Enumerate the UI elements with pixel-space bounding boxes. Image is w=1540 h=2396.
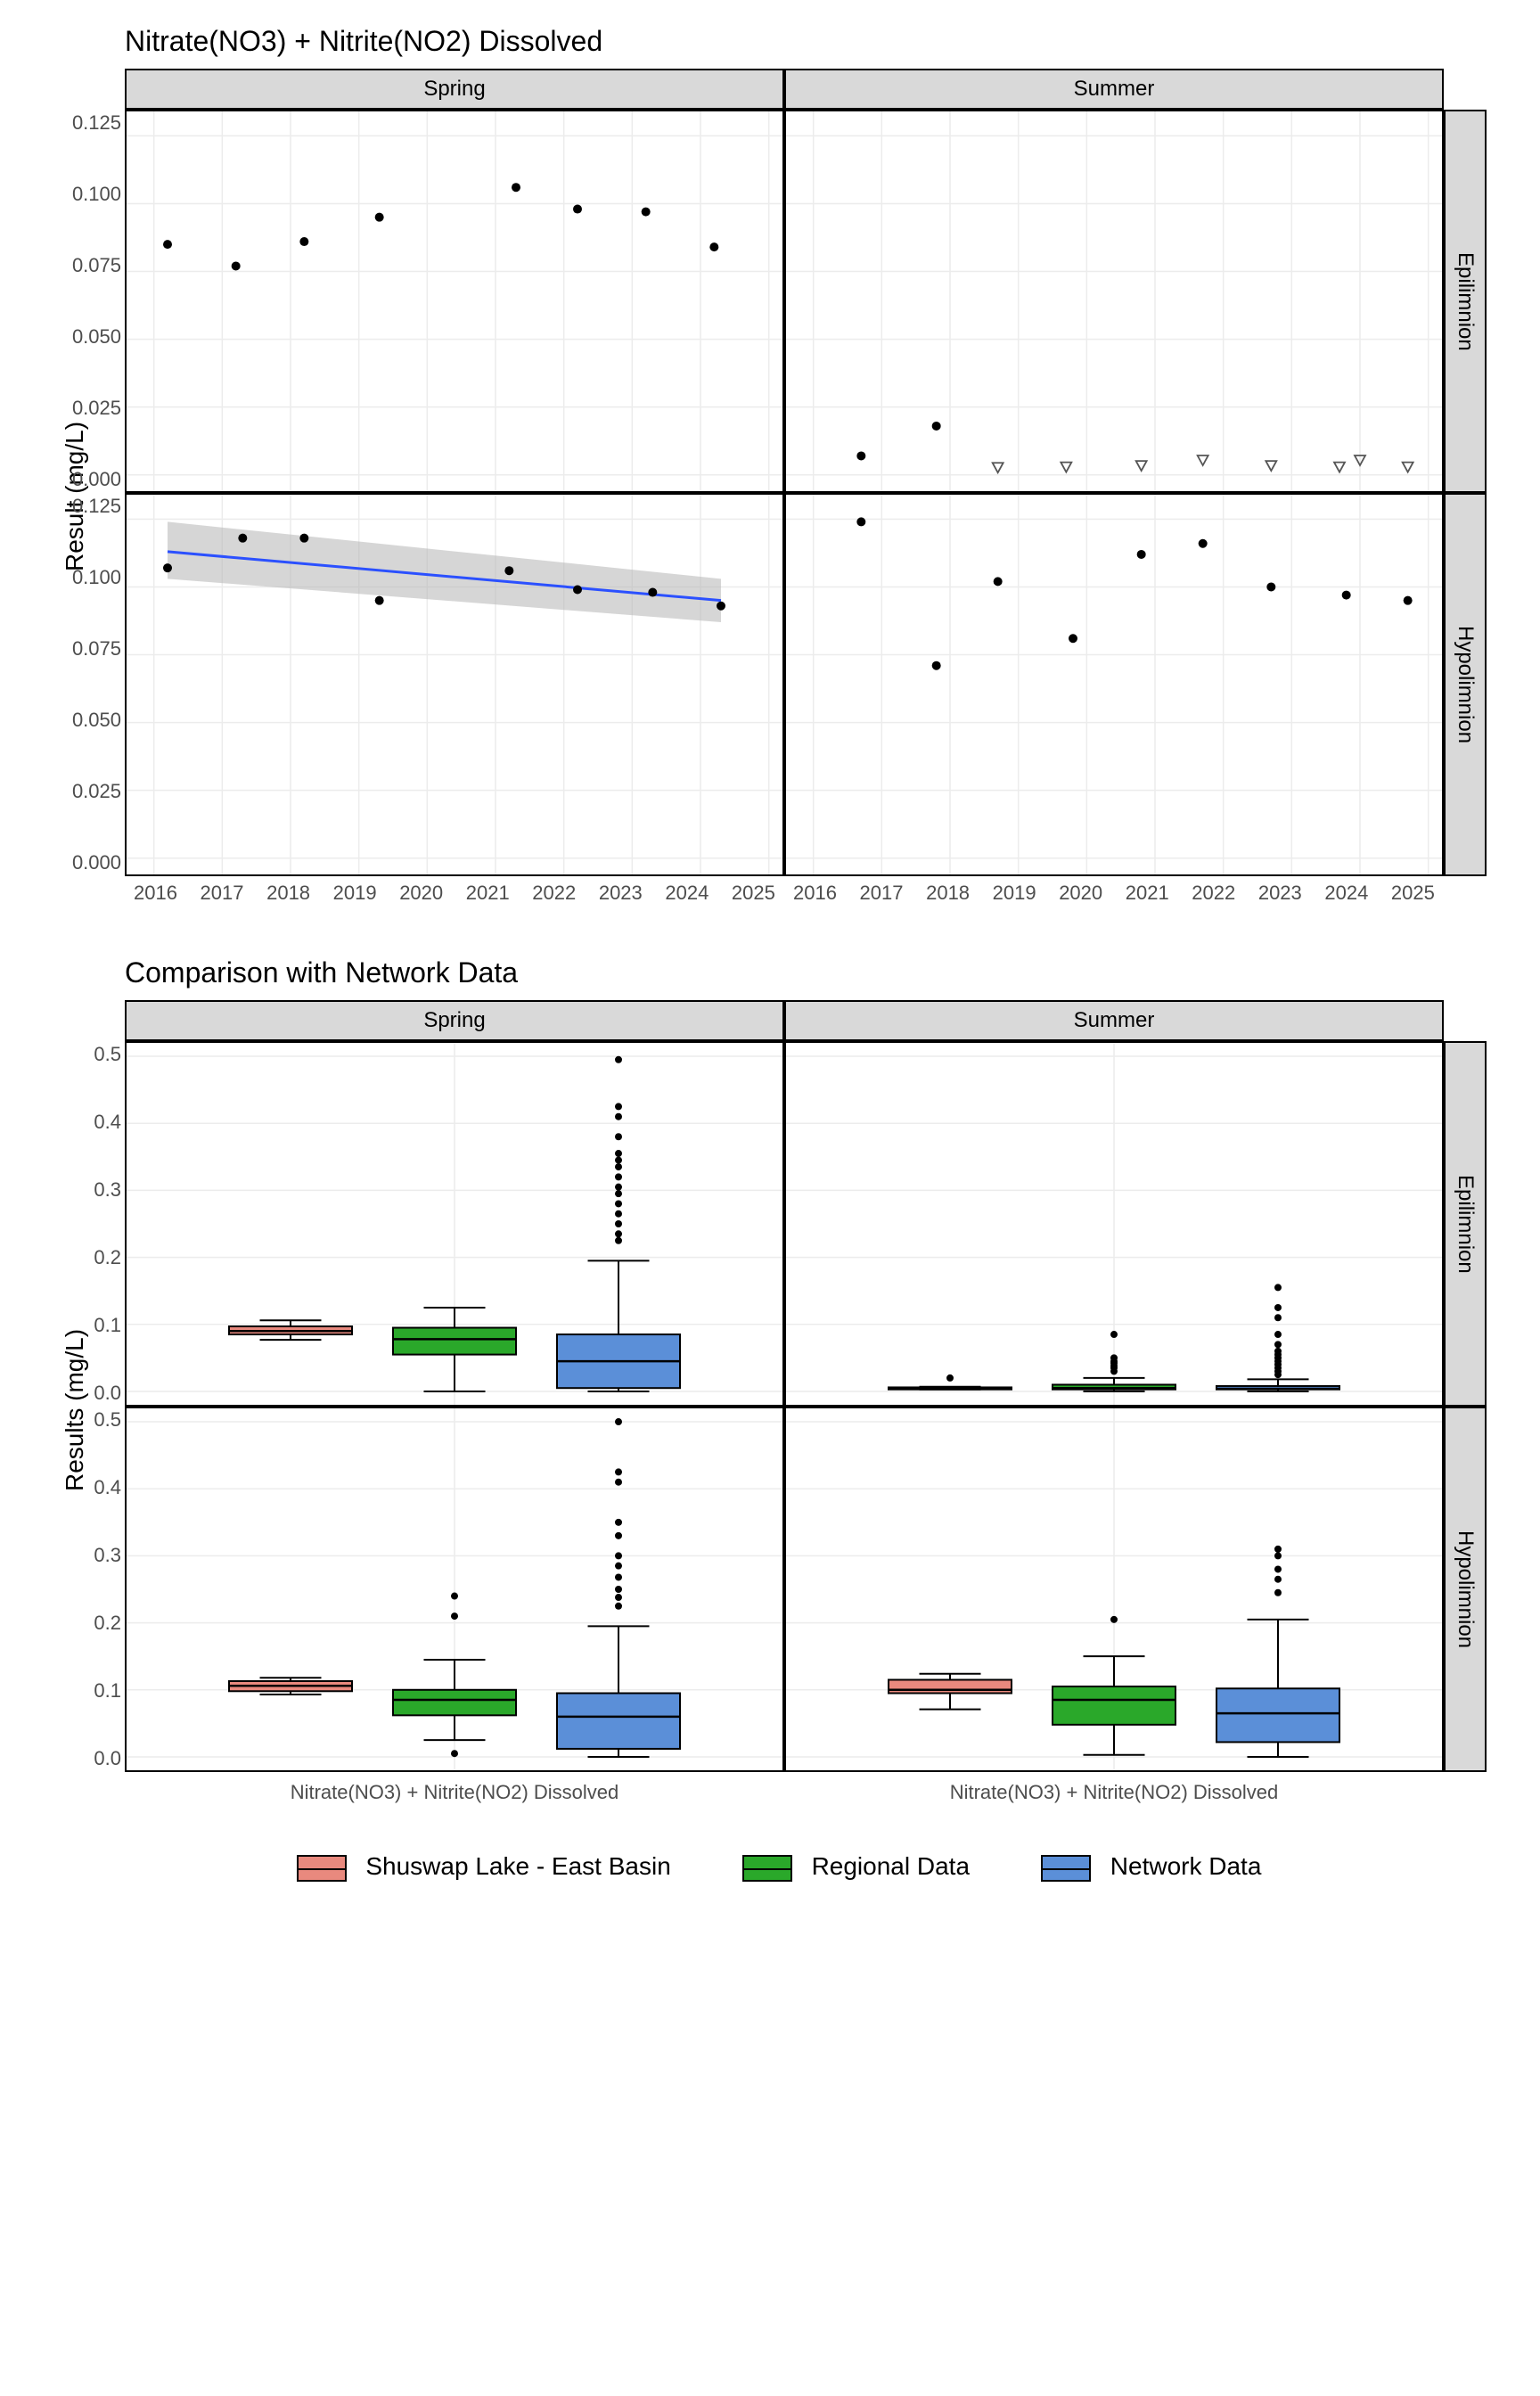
scatter-svg-3 <box>786 495 1442 874</box>
row-strip-hypo: Hypolimnion <box>1444 493 1487 876</box>
box-svg-2 <box>127 1408 782 1770</box>
scatter-svg-1 <box>786 111 1442 491</box>
scatter-panel-summer-epi <box>784 110 1444 493</box>
scatter-panel-spring-hypo: 0.1250.100 0.0750.050 0.0250.000 2016201… <box>125 493 784 876</box>
cat-label-r: Nitrate(NO3) + Nitrite(NO2) Dissolved <box>786 1781 1442 1804</box>
cat-label-l: Nitrate(NO3) + Nitrite(NO2) Dissolved <box>127 1781 782 1804</box>
scatter-svg-2 <box>127 495 782 874</box>
by-ticks-1: 0.50.4 0.30.2 0.10.0 <box>45 1408 121 1770</box>
legend-item-network: Network Data <box>1041 1852 1261 1882</box>
col-strip-spring: Spring <box>125 69 784 110</box>
scatter-panel-spring-epi: 0.1250.100 0.0750.050 0.0250.000 <box>125 110 784 493</box>
scatter-svg-0 <box>127 111 782 491</box>
y-ticks-2: 0.1250.100 0.0750.050 0.0250.000 <box>45 495 121 874</box>
box-svg-0 <box>127 1043 782 1405</box>
box-panel-2: 0.50.4 0.30.2 0.10.0 Nitrate(NO3) + Nitr… <box>125 1407 784 1772</box>
box-panel-1 <box>784 1041 1444 1407</box>
brow-hypo: Hypolimnion <box>1444 1407 1487 1772</box>
box-grid: Results (mg/L) Spring Summer 0.50.4 0.30… <box>125 1000 1497 1772</box>
swatch-regional <box>742 1855 792 1882</box>
scatter-title: Nitrate(NO3) + Nitrite(NO2) Dissolved <box>125 25 1540 58</box>
scatter-panel-summer-hypo: 20162017 20182019 20202021 20222023 2024… <box>784 493 1444 876</box>
bcol-spring: Spring <box>125 1000 784 1041</box>
x-ticks-r: 20162017 20182019 20202021 20222023 2024… <box>786 882 1442 905</box>
box-svg-1 <box>786 1043 1442 1405</box>
page: Nitrate(NO3) + Nitrite(NO2) Dissolved Re… <box>0 0 1540 1900</box>
x-ticks-l: 20162017 20182019 20202021 20222023 2024… <box>127 882 782 905</box>
scatter-grid: Result (mg/L) Spring Summer 0.1250.100 0… <box>125 69 1497 876</box>
box-panel-3: Nitrate(NO3) + Nitrite(NO2) Dissolved <box>784 1407 1444 1772</box>
brow-epi: Epilimnion <box>1444 1041 1487 1407</box>
col-strip-summer: Summer <box>784 69 1444 110</box>
legend-item-shuswap: Shuswap Lake - East Basin <box>297 1852 671 1882</box>
box-title: Comparison with Network Data <box>125 956 1540 989</box>
legend: Shuswap Lake - East Basin Regional Data … <box>9 1852 1540 1882</box>
by-ticks-0: 0.50.4 0.30.2 0.10.0 <box>45 1043 121 1405</box>
swatch-network <box>1041 1855 1091 1882</box>
box-panel-0: 0.50.4 0.30.2 0.10.0 <box>125 1041 784 1407</box>
bcol-summer: Summer <box>784 1000 1444 1041</box>
legend-item-regional: Regional Data <box>742 1852 970 1882</box>
swatch-shuswap <box>297 1855 347 1882</box>
box-svg-3 <box>786 1408 1442 1770</box>
row-strip-epi: Epilimnion <box>1444 110 1487 493</box>
y-ticks: 0.1250.100 0.0750.050 0.0250.000 <box>45 111 121 491</box>
